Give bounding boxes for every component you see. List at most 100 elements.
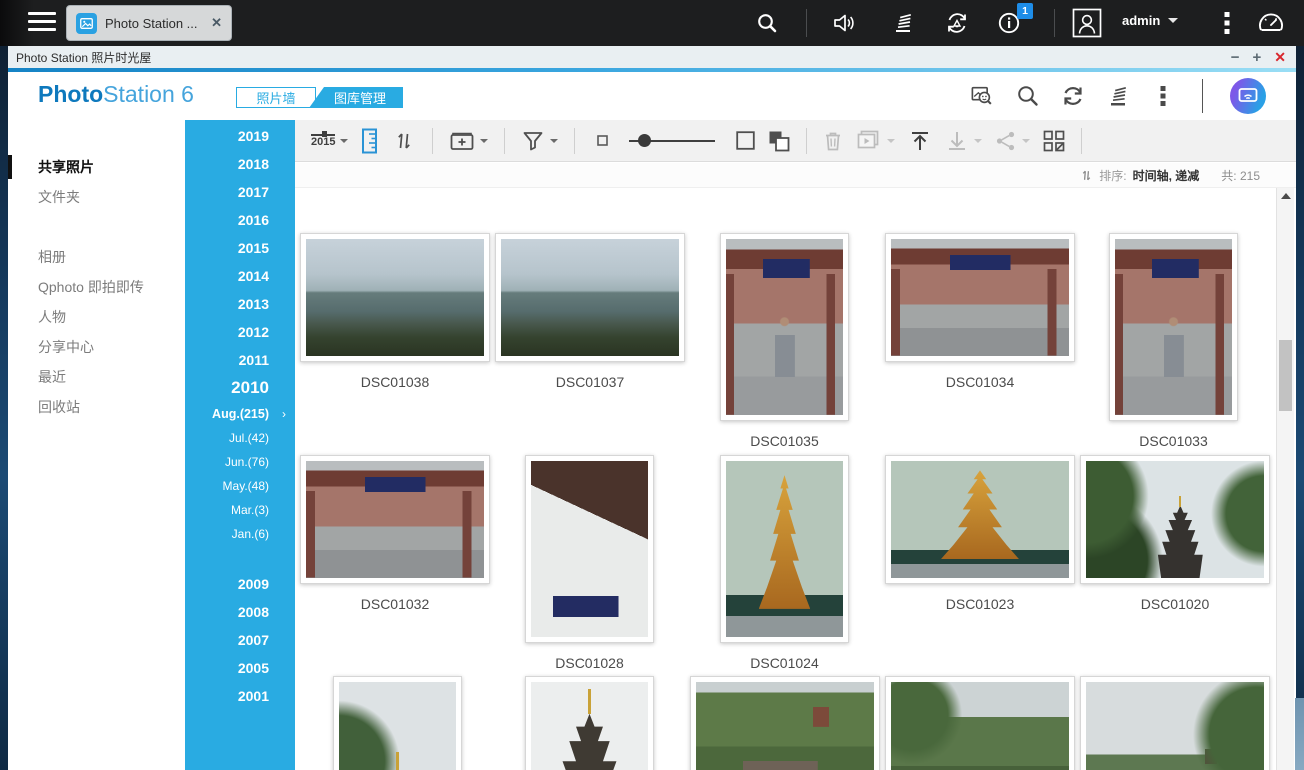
app-tab[interactable]: Photo Station ... ✕ (66, 5, 232, 41)
share-icon[interactable] (995, 127, 1030, 155)
timeline-year-2011[interactable]: 2011 (185, 346, 295, 374)
timeline-year-2001[interactable]: 2001 (185, 682, 295, 710)
photo-thumbnail-DSC01023[interactable] (885, 455, 1075, 584)
user-menu[interactable]: admin (1122, 13, 1178, 28)
timeline-year-2018[interactable]: 2018 (185, 150, 295, 178)
status-row: 排序: 时间轴, 递减 共: 215 (295, 163, 1296, 188)
photo-thumbnail-row3-13[interactable] (885, 676, 1075, 770)
photo-thumbnail-DSC01028[interactable] (525, 455, 654, 643)
slideshow-icon[interactable] (856, 127, 895, 155)
search-icon[interactable] (752, 8, 782, 38)
qr-grid-icon[interactable] (1043, 127, 1065, 155)
timeline-month-4[interactable]: Mar.(3) (185, 498, 295, 522)
sort-value[interactable]: 时间轴, 递减 (1133, 167, 1200, 184)
background-tasks-icon[interactable] (888, 8, 918, 38)
timeline-scale-button[interactable]: 2015 (311, 127, 348, 155)
timeline-month-2[interactable]: Jun.(76) (185, 450, 295, 474)
close-button[interactable]: ✕ (1274, 50, 1286, 64)
window-titlebar[interactable]: Photo Station 照片时光屋 − + ✕ (8, 46, 1296, 68)
menu-icon[interactable] (28, 12, 56, 34)
photo-thumbnail-DSC01033[interactable] (1109, 233, 1238, 421)
volume-icon[interactable] (830, 8, 860, 38)
photo-thumbnail-DSC01024[interactable] (720, 455, 849, 643)
sidebar-item-6[interactable]: 最近 (8, 362, 185, 392)
timeline-year-2013[interactable]: 2013 (185, 290, 295, 318)
photo-label: DSC01023 (885, 596, 1075, 612)
timeline-year-2010[interactable]: 2010 (185, 374, 295, 402)
delete-icon[interactable] (823, 127, 843, 155)
photo-thumbnail-DSC01032[interactable] (300, 455, 490, 584)
timeline-year-2017[interactable]: 2017 (185, 178, 295, 206)
timeline-year-2009[interactable]: 2009 (185, 570, 295, 598)
download-icon[interactable] (945, 127, 982, 155)
timeline-year-2007[interactable]: 2007 (185, 626, 295, 654)
caret-down-icon (340, 139, 348, 143)
sidebar-item-5[interactable]: 分享中心 (8, 332, 185, 362)
photo-label: DSC01037 (495, 374, 685, 390)
taskbar-divider (806, 9, 807, 37)
timeline-year-2019[interactable]: 2019 (185, 122, 295, 150)
notifications-icon[interactable]: 1 (994, 8, 1024, 38)
refresh-icon[interactable] (1061, 84, 1085, 108)
more-icon[interactable] (1151, 84, 1175, 108)
photo-image (339, 682, 456, 770)
more-options-icon[interactable] (1212, 8, 1242, 38)
timeline-year-2016[interactable]: 2016 (185, 206, 295, 234)
tab-gallery-management[interactable]: 图库管理 (309, 87, 403, 108)
caret-down-icon (480, 139, 488, 143)
vertical-scrollbar[interactable] (1276, 188, 1294, 770)
photo-thumbnail-DSC01038[interactable] (300, 233, 490, 362)
tab-photo-wall[interactable]: 照片墙 (236, 87, 316, 108)
timeline-month-5[interactable]: Jan.(6) (185, 522, 295, 546)
user-avatar-icon[interactable] (1072, 8, 1102, 38)
sidebar-item-1[interactable]: 文件夹 (8, 182, 185, 212)
thumbnail-small-icon[interactable] (597, 127, 608, 155)
sidebar-item-4[interactable]: 人物 (8, 302, 185, 332)
scroll-up-icon[interactable] (1281, 193, 1291, 199)
slider-knob[interactable] (638, 134, 651, 147)
minimize-button[interactable]: − (1231, 50, 1240, 65)
thumbnail-large-icon[interactable] (736, 127, 755, 155)
timeline-month-1[interactable]: Jul.(42) (185, 426, 295, 450)
filter-icon[interactable] (521, 127, 558, 155)
timeline-year-2008[interactable]: 2008 (185, 598, 295, 626)
photo-thumbnail-row3-12[interactable] (690, 676, 880, 770)
size-slider[interactable] (629, 127, 715, 155)
upload-icon[interactable] (908, 127, 932, 155)
sidebar-item-2[interactable]: 相册 (8, 242, 185, 272)
multi-select-icon[interactable] (768, 127, 790, 155)
search-icon[interactable] (1016, 84, 1040, 108)
photo-image (891, 461, 1069, 578)
sync-icon[interactable] (942, 8, 972, 38)
photo-image (531, 682, 648, 770)
timeline-year-2015[interactable]: 2015 (185, 234, 295, 262)
timeline-month-0[interactable]: Aug.(215)› (185, 402, 295, 426)
photo-thumbnail-DSC01020[interactable] (1080, 455, 1270, 584)
resource-monitor-icon[interactable] (1256, 8, 1286, 38)
photo-thumbnail-row3-11[interactable] (525, 676, 654, 770)
timeline-month-3[interactable]: May.(48) (185, 474, 295, 498)
sidebar-item-3[interactable]: Qphoto 即拍即传 (8, 272, 185, 302)
instant-viewer-icon[interactable] (971, 84, 995, 108)
timeline-year-2014[interactable]: 2014 (185, 262, 295, 290)
sidebar-item-0[interactable]: 共享照片 (8, 152, 185, 182)
timeline-year-2012[interactable]: 2012 (185, 318, 295, 346)
sidebar-item-7[interactable]: 回收站 (8, 392, 185, 422)
cast-icon[interactable] (1230, 78, 1266, 114)
scrollbar-thumb[interactable] (1279, 340, 1292, 411)
add-album-icon[interactable] (449, 127, 488, 155)
photo-thumbnail-DSC01034[interactable] (885, 233, 1075, 362)
maximize-button[interactable]: + (1253, 50, 1262, 65)
timeline-year-2005[interactable]: 2005 (185, 654, 295, 682)
window-title: Photo Station 照片时光屋 (16, 49, 151, 66)
photo-thumbnail-DSC01035[interactable] (720, 233, 849, 421)
sort-icon[interactable] (392, 127, 416, 155)
toolbar-divider (1081, 128, 1082, 154)
close-tab-icon[interactable]: ✕ (211, 15, 222, 31)
photo-image (891, 682, 1069, 770)
tasks-icon[interactable] (1106, 84, 1130, 108)
photo-thumbnail-DSC01037[interactable] (495, 233, 685, 362)
photo-thumbnail-row3-10[interactable] (333, 676, 462, 770)
photo-thumbnail-row3-14[interactable] (1080, 676, 1270, 770)
timeline-view-icon[interactable] (361, 127, 379, 155)
